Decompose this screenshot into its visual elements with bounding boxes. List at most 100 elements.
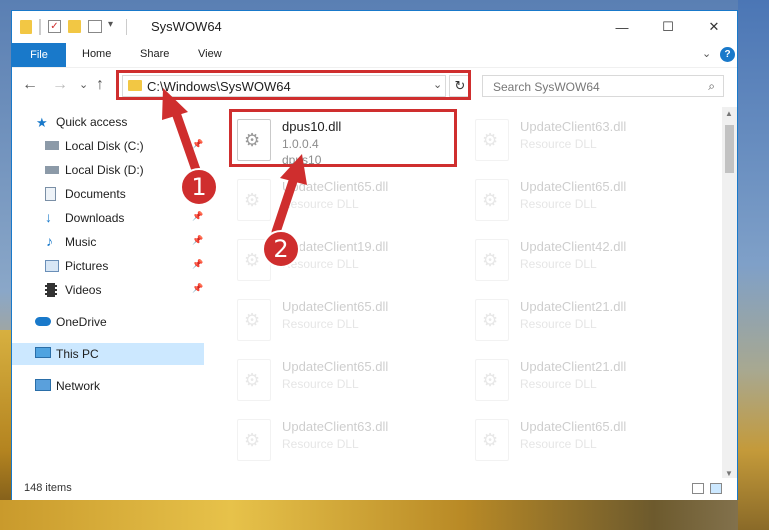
desktop-wallpaper-right <box>738 0 769 530</box>
file-description: Resource DLL <box>282 197 359 211</box>
dll-file-icon: ⚙ <box>475 179 509 221</box>
gear-icon: ⚙ <box>244 310 261 330</box>
pin-icon[interactable]: 📌 <box>192 283 203 294</box>
sidebar-item-quick-access[interactable]: ★ Quick access <box>12 111 204 133</box>
dll-file-icon: ⚙ <box>475 239 509 281</box>
minimize-button[interactable]: — <box>599 11 645 43</box>
file-item[interactable]: ⚙ UpdateClient65.dll Resource DLL <box>475 175 715 235</box>
sidebar-item-local-disk-d[interactable]: Local Disk (D:) <box>12 159 204 181</box>
vertical-scrollbar[interactable]: ▲ ▼ <box>722 107 737 482</box>
gear-icon: ⚙ <box>482 430 499 450</box>
up-button[interactable]: ↑ <box>96 76 104 94</box>
star-icon: ★ <box>36 115 48 130</box>
file-name: UpdateClient21.dll <box>520 299 627 314</box>
sidebar-item-label: Videos <box>65 283 102 297</box>
pin-icon[interactable]: 📌 <box>192 211 203 222</box>
gear-icon: ⚙ <box>482 370 499 390</box>
status-bar: 148 items <box>12 478 737 500</box>
chevron-down-icon[interactable]: ▾ <box>108 19 113 35</box>
gear-icon: ⚙ <box>482 250 499 270</box>
pin-icon[interactable]: 📌 <box>192 259 203 270</box>
computer-icon <box>35 347 51 358</box>
tab-view[interactable]: View <box>198 48 222 60</box>
title-bar: ✓ ▾ SysWOW64 — ☐ ✕ <box>12 11 737 43</box>
sidebar-item-network[interactable]: Network <box>12 375 204 397</box>
file-item[interactable]: ⚙ UpdateClient65.dll Resource DLL <box>237 295 477 355</box>
pin-icon[interactable]: 📌 <box>192 139 203 150</box>
scroll-down-icon[interactable]: ▼ <box>725 469 733 478</box>
file-name: UpdateClient65.dll <box>520 179 627 194</box>
pictures-icon <box>45 260 59 272</box>
step-2-badge: 2 <box>262 230 300 268</box>
sidebar-item-onedrive[interactable]: OneDrive <box>12 311 204 333</box>
sidebar-item-label: Local Disk (C:) <box>65 139 144 153</box>
dll-file-icon: ⚙ <box>475 419 509 461</box>
recent-locations-button[interactable]: ⌄ <box>79 78 88 91</box>
file-item[interactable]: ⚙ UpdateClient21.dll Resource DLL <box>475 295 715 355</box>
file-name: UpdateClient65.dll <box>282 299 389 314</box>
window-title: SysWOW64 <box>151 19 222 34</box>
gear-icon: ⚙ <box>244 430 261 450</box>
gear-icon: ⚙ <box>482 130 499 150</box>
scroll-up-icon[interactable]: ▲ <box>725 109 733 118</box>
search-icon: ⌕ <box>708 79 715 93</box>
documents-icon <box>45 187 56 201</box>
file-item[interactable]: ⚙ UpdateClient65.dll Resource DLL <box>475 415 715 475</box>
file-description: Resource DLL <box>282 377 359 391</box>
new-folder-icon[interactable] <box>68 20 81 33</box>
sidebar-item-label: Music <box>65 235 97 249</box>
file-item[interactable]: ⚙ UpdateClient63.dll Resource DLL <box>237 415 477 475</box>
sidebar-item-label: Pictures <box>65 259 109 273</box>
gear-icon: ⚙ <box>244 370 261 390</box>
back-button[interactable]: ← <box>22 76 38 94</box>
desktop-wallpaper-bottom <box>0 500 769 530</box>
file-highlight-box <box>229 109 457 167</box>
sidebar-item-label: Documents <box>65 187 126 201</box>
file-item[interactable]: ⚙ UpdateClient65.dll Resource DLL <box>237 175 477 235</box>
file-name: UpdateClient65.dll <box>282 359 389 374</box>
pin-icon[interactable]: 📌 <box>192 235 203 246</box>
file-item[interactable]: ⚙ UpdateClient21.dll Resource DLL <box>475 355 715 415</box>
quick-access-customize-icon[interactable] <box>88 20 102 33</box>
expand-ribbon-icon[interactable]: ⌄ <box>702 47 711 60</box>
maximize-button[interactable]: ☐ <box>645 11 691 43</box>
help-icon[interactable]: ? <box>720 47 735 62</box>
sidebar-item-videos[interactable]: Videos 📌 <box>12 279 204 301</box>
tab-share[interactable]: Share <box>140 48 169 60</box>
dll-file-icon: ⚙ <box>475 359 509 401</box>
tab-file[interactable]: File <box>12 43 66 67</box>
file-item[interactable]: ⚙ UpdateClient63.dll Resource DLL <box>475 115 715 175</box>
details-view-icon[interactable] <box>692 483 704 494</box>
large-icons-view-icon[interactable] <box>710 483 722 494</box>
folder-icon <box>20 20 32 34</box>
ribbon-tabs: File Home Share View ⌄ ? <box>12 43 737 67</box>
close-button[interactable]: ✕ <box>691 11 737 43</box>
file-description: Resource DLL <box>520 437 597 451</box>
sidebar-item-downloads[interactable]: ↓ Downloads 📌 <box>12 207 204 229</box>
file-name: UpdateClient65.dll <box>520 419 627 434</box>
dll-file-icon: ⚙ <box>237 179 271 221</box>
dll-file-icon: ⚙ <box>475 119 509 161</box>
file-item[interactable]: ⚙ UpdateClient42.dll Resource DLL <box>475 235 715 295</box>
file-item[interactable]: ⚙ UpdateClient65.dll Resource DLL <box>237 355 477 415</box>
sidebar-item-pictures[interactable]: Pictures 📌 <box>12 255 204 277</box>
scrollbar-thumb[interactable] <box>725 125 734 173</box>
sidebar-item-documents[interactable]: Documents 📌 <box>12 183 204 205</box>
sidebar-item-local-disk-c[interactable]: Local Disk (C:) 📌 <box>12 135 204 157</box>
sidebar-item-music[interactable]: ♪ Music 📌 <box>12 231 204 253</box>
search-input[interactable]: Search SysWOW64 ⌕ <box>482 75 724 97</box>
sidebar-item-this-pc[interactable]: This PC <box>12 343 204 365</box>
forward-button[interactable]: → <box>52 76 68 94</box>
gear-icon: ⚙ <box>482 190 499 210</box>
item-count: 148 items <box>24 482 72 494</box>
gear-icon: ⚙ <box>244 250 261 270</box>
dll-file-icon: ⚙ <box>475 299 509 341</box>
file-name: UpdateClient21.dll <box>520 359 627 374</box>
drive-icon <box>45 166 59 174</box>
dll-file-icon: ⚙ <box>237 419 271 461</box>
sidebar-item-label: This PC <box>56 347 99 361</box>
tab-home[interactable]: Home <box>82 48 111 60</box>
drive-icon <box>45 141 59 150</box>
properties-icon[interactable]: ✓ <box>48 20 61 33</box>
search-placeholder: Search SysWOW64 <box>493 80 600 94</box>
